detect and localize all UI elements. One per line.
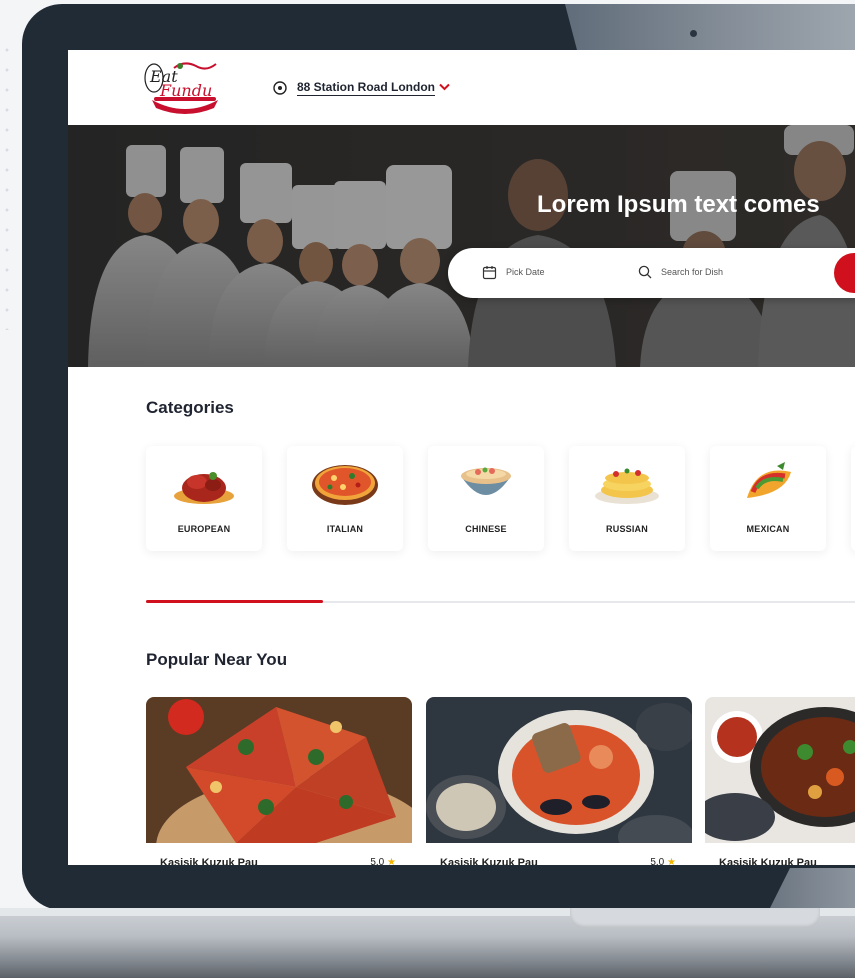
taco-icon xyxy=(747,462,791,498)
calendar-icon xyxy=(482,266,497,280)
category-label: CHINESE xyxy=(465,524,507,534)
decorative-dot-grid xyxy=(0,40,14,330)
restaurant-card[interactable]: Kasisik Kuzuk Pau 5.0 ★ xyxy=(146,697,412,865)
star-icon: ★ xyxy=(387,857,396,865)
category-card-partial[interactable] xyxy=(851,446,855,551)
noodle-bowl-icon xyxy=(461,467,511,495)
category-card-russian[interactable]: RUSSIAN xyxy=(569,446,685,551)
restaurant-card[interactable]: Kasisik Kuzuk Pau 5.0 ★ xyxy=(426,697,692,865)
curry-photo xyxy=(705,697,855,843)
eat-fundu-logo[interactable]: Eat Fundu xyxy=(144,58,226,118)
star-icon: ★ xyxy=(667,857,676,865)
category-card-european[interactable]: EUROPEAN xyxy=(146,446,262,551)
location-pin-icon xyxy=(273,81,287,95)
search-bar: Pick Date Search for Dish xyxy=(448,248,855,298)
pick-date-field[interactable]: Pick Date xyxy=(506,267,545,277)
category-card-italian[interactable]: ITALIAN xyxy=(287,446,403,551)
hero-title: Lorem Ipsum text comes xyxy=(537,191,820,218)
restaurant-name: Kasisik Kuzuk Pau xyxy=(160,857,258,865)
laptop-notch xyxy=(570,908,820,928)
hero-banner: Lorem Ipsum text comes Pick Date Search … xyxy=(68,125,855,367)
popular-heading: Popular Near You xyxy=(146,650,288,669)
category-label: RUSSIAN xyxy=(606,524,648,534)
search-button[interactable] xyxy=(834,253,855,293)
chevron-down-icon[interactable] xyxy=(439,83,450,91)
svg-text:Fundu: Fundu xyxy=(159,81,212,100)
category-label: EUROPEAN xyxy=(177,524,231,534)
restaurant-rating: 5.0 ★ xyxy=(650,857,676,865)
category-card-mexican[interactable]: MEXICAN xyxy=(710,446,826,551)
hero-chefs-photo xyxy=(68,125,855,367)
restaurant-rating: 5.0 ★ xyxy=(370,857,396,865)
restaurant-name: Kasisik Kuzuk Pau xyxy=(719,857,817,865)
pancake-icon xyxy=(595,468,659,504)
laptop-screen: Eat Fundu 88 Station Road London Lorem I… xyxy=(68,50,855,865)
restaurant-name: Kasisik Kuzuk Pau xyxy=(440,857,538,865)
webcam xyxy=(690,30,697,37)
seafood-photo xyxy=(426,697,692,843)
pizza-icon xyxy=(312,465,378,505)
category-label: MEXICAN xyxy=(746,524,790,534)
pizza-photo xyxy=(146,697,412,843)
category-card-chinese[interactable]: CHINESE xyxy=(428,446,544,551)
category-label: ITALIAN xyxy=(326,524,364,534)
restaurant-card[interactable]: Kasisik Kuzuk Pau xyxy=(705,697,855,865)
category-scroll-indicator[interactable] xyxy=(146,600,323,603)
categories-heading: Categories xyxy=(146,398,234,417)
search-icon xyxy=(638,265,652,279)
lid-reflection xyxy=(565,4,855,50)
site-header: Eat Fundu 88 Station Road London xyxy=(68,50,855,125)
location-selector[interactable]: 88 Station Road London xyxy=(297,80,435,96)
search-dish-input[interactable]: Search for Dish xyxy=(661,267,723,277)
meat-dish-icon xyxy=(174,472,234,504)
